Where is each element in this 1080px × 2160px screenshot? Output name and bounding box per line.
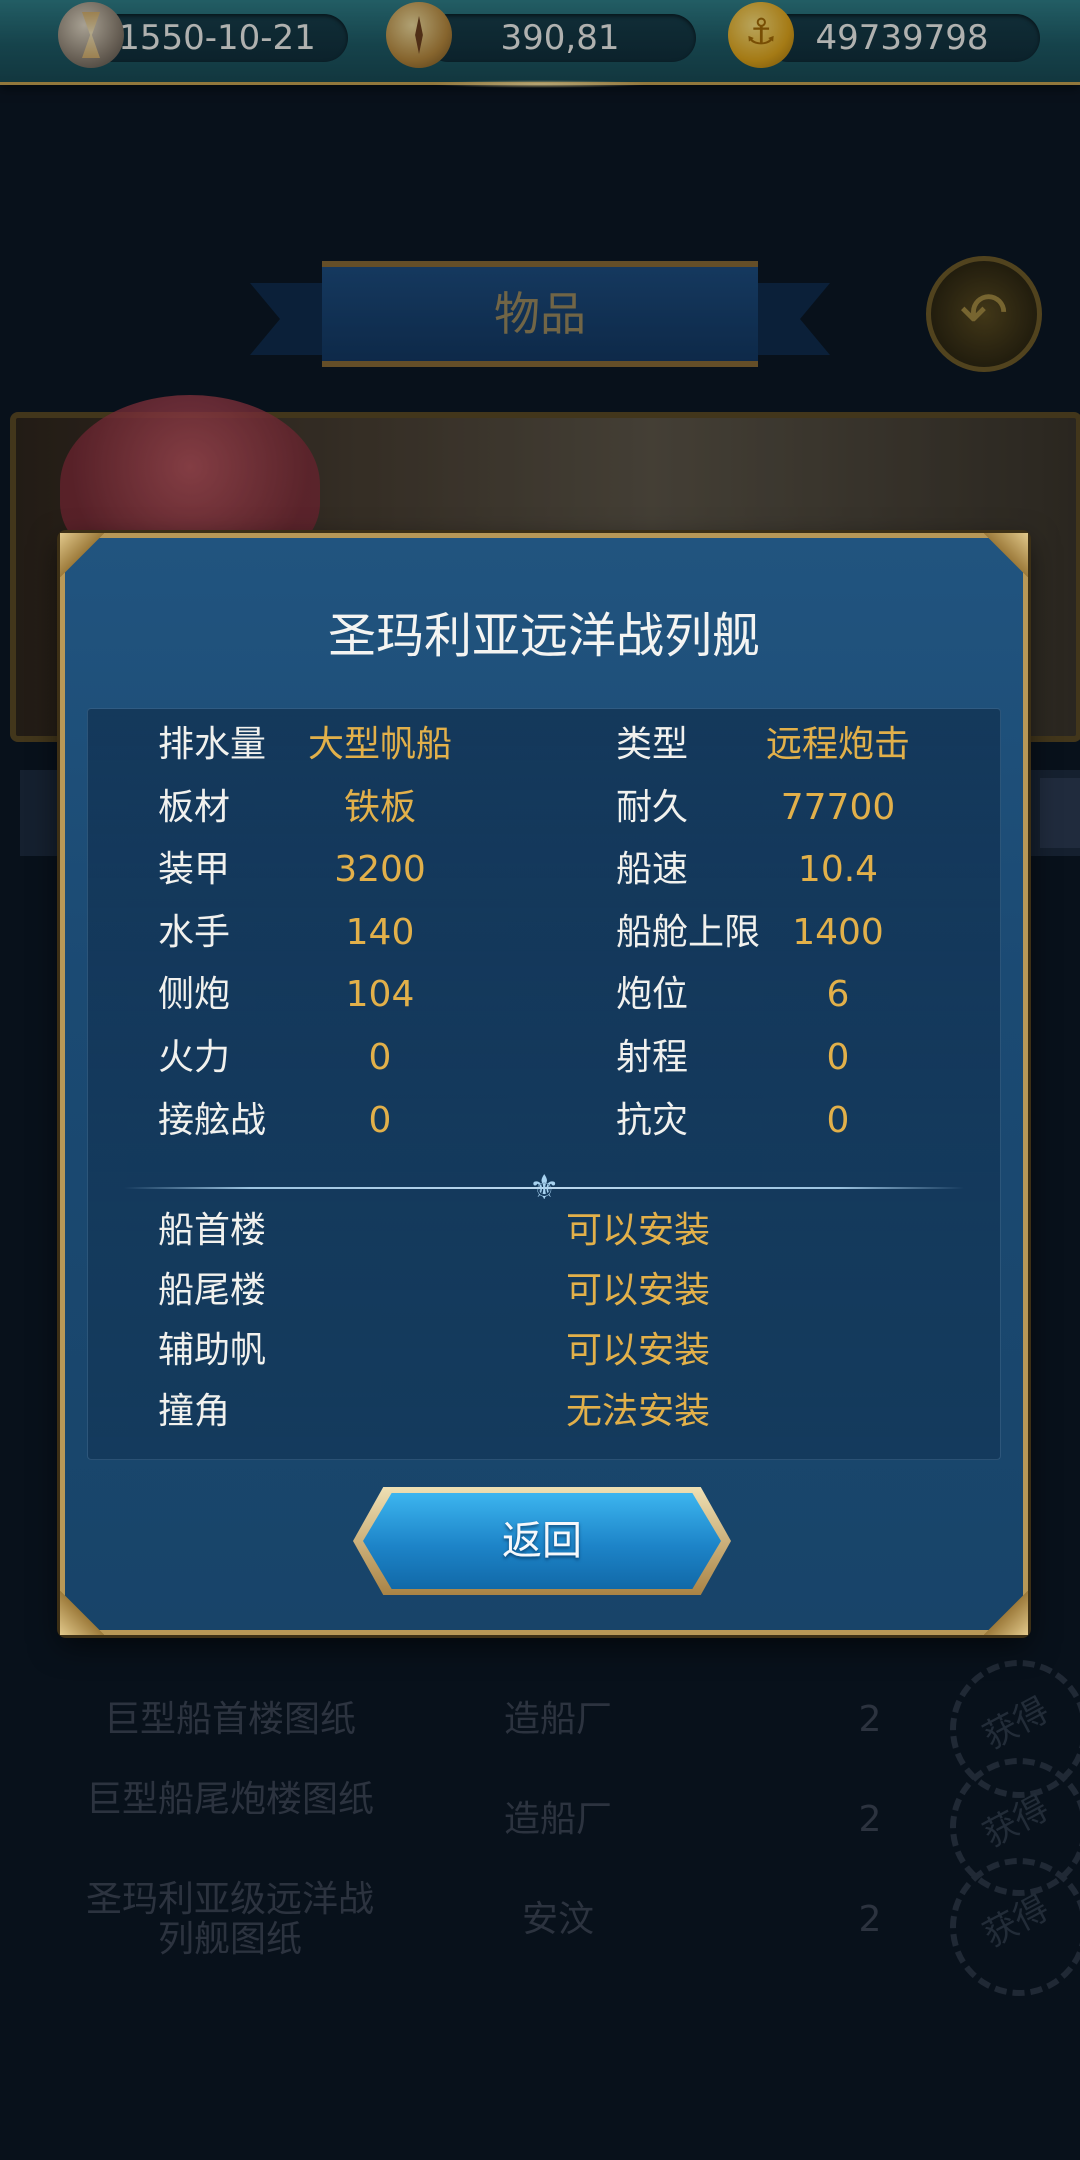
slot-value-forecastle: 可以安装 <box>565 1210 710 1251</box>
stat-value-durability: 77700 <box>780 787 896 828</box>
stat-value-type: 远程炮击 <box>765 724 910 765</box>
stat-label-armor: 装甲 <box>158 849 231 890</box>
slot-label-forecastle: 船首楼 <box>158 1210 267 1251</box>
return-button[interactable]: 返回 <box>353 1487 731 1595</box>
stat-value-disaster-resist: 0 <box>826 1100 850 1141</box>
stat-label-speed: 船速 <box>616 849 689 890</box>
divider-ornament-icon: ⚜ <box>529 1168 560 1208</box>
stat-label-firepower: 火力 <box>158 1037 231 1078</box>
stat-value-cannon-slots: 6 <box>826 974 850 1015</box>
stat-value-broadside: 104 <box>345 974 415 1015</box>
stat-label-boarding: 接舷战 <box>158 1100 267 1141</box>
stat-label-broadside: 侧炮 <box>158 974 231 1015</box>
slot-value-ram: 无法安装 <box>565 1391 710 1432</box>
stat-value-armor: 3200 <box>334 849 426 890</box>
corner-ornament <box>984 1591 1028 1635</box>
slot-value-sterncastle: 可以安装 <box>565 1270 710 1311</box>
stat-label-range: 射程 <box>616 1037 689 1078</box>
stat-value-firepower: 0 <box>368 1037 392 1078</box>
slot-value-aux-sail: 可以安装 <box>565 1330 710 1371</box>
stat-label-durability: 耐久 <box>616 787 689 828</box>
ship-stats-panel: 排水量 大型帆船 类型 远程炮击 板材 铁板 耐久 77700 装甲 3200 … <box>87 708 1001 1460</box>
stat-label-disaster-resist: 抗灾 <box>616 1100 689 1141</box>
corner-ornament <box>60 533 104 577</box>
return-button-label: 返回 <box>502 1518 582 1564</box>
corner-ornament <box>984 533 1028 577</box>
slot-label-sterncastle: 船尾楼 <box>158 1270 267 1311</box>
stat-value-speed: 10.4 <box>797 849 879 890</box>
stat-label-type: 类型 <box>616 724 689 765</box>
ship-name-title: 圣玛利亚远洋战列舰 <box>327 608 760 664</box>
stat-label-displacement: 排水量 <box>158 724 267 765</box>
stat-value-plate: 铁板 <box>343 787 416 828</box>
stat-value-cargo-limit: 1400 <box>792 912 884 953</box>
ship-info-dialog: 圣玛利亚远洋战列舰 排水量 大型帆船 类型 远程炮击 板材 铁板 耐久 7770… <box>60 533 1028 1635</box>
stat-label-cannon-slots: 炮位 <box>616 974 689 1015</box>
stat-value-range: 0 <box>826 1037 850 1078</box>
stat-value-boarding: 0 <box>368 1100 392 1141</box>
slot-label-ram: 撞角 <box>158 1391 231 1432</box>
slot-label-aux-sail: 辅助帆 <box>158 1330 267 1371</box>
stat-value-displacement: 大型帆船 <box>307 724 452 765</box>
stat-label-sailors: 水手 <box>158 912 231 953</box>
corner-ornament <box>60 1591 104 1635</box>
stat-value-sailors: 140 <box>345 912 415 953</box>
stat-label-plate: 板材 <box>158 787 231 828</box>
